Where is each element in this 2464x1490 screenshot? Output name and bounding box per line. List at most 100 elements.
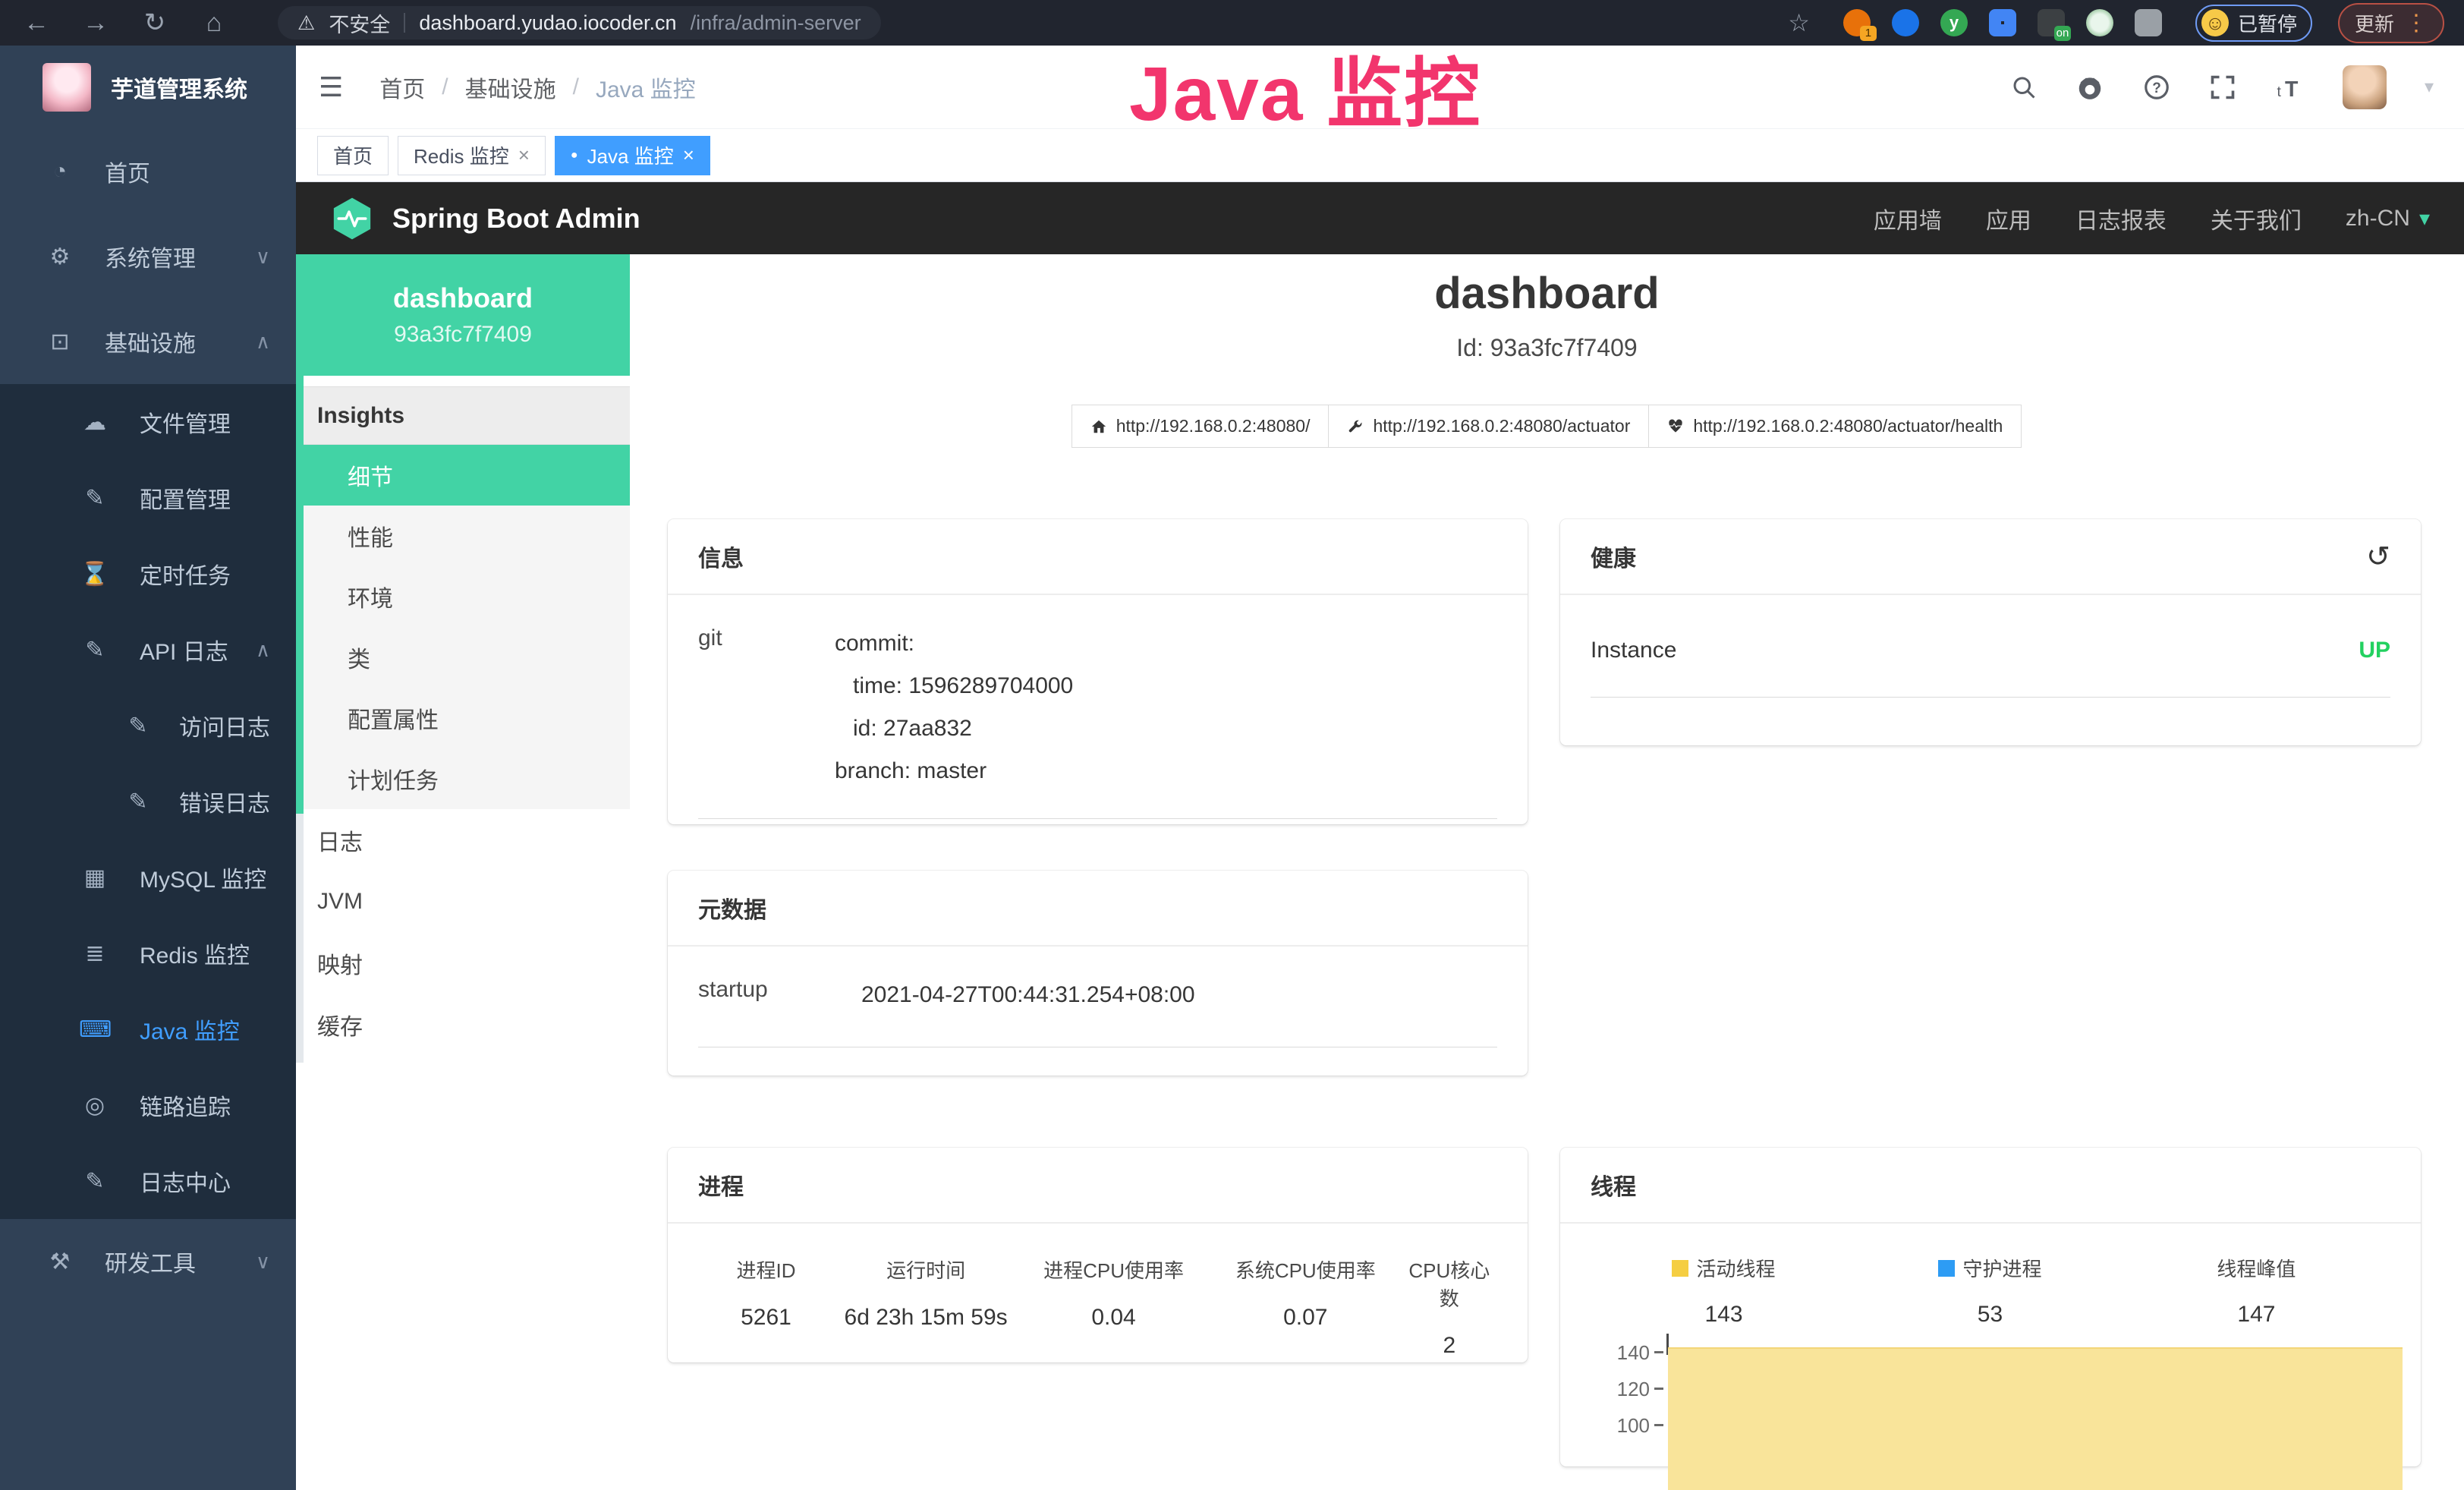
breadcrumb-infrastructure[interactable]: 基础设施	[465, 71, 556, 104]
breadcrumb-home[interactable]: 首页	[379, 71, 425, 104]
profile-emoji-avatar: ☺	[2201, 9, 2229, 36]
sba-brand[interactable]: Spring Boot Admin	[330, 197, 640, 241]
header-actions: ? t T ▾	[2010, 65, 2434, 109]
breadcrumb-separator: /	[573, 74, 579, 100]
sba-app-header[interactable]: dashboard 93a3fc7f7409	[296, 254, 630, 376]
sba-menu-classes[interactable]: 类	[296, 627, 630, 688]
actuator-url-button[interactable]: http://192.168.0.2:48080/actuator	[1328, 405, 1649, 448]
sidebar-item-dev-tools[interactable]: ⚒ 研发工具 ∨	[0, 1219, 296, 1304]
annotation-overlay-text: Java 监控	[1129, 32, 1481, 142]
history-icon[interactable]: ↺	[2366, 540, 2390, 574]
sba-nav-applications[interactable]: 应用	[1986, 202, 2031, 235]
sidebar-item-log-center[interactable]: ✎ 日志中心	[0, 1143, 296, 1219]
pin-extension-icon[interactable]	[1892, 9, 1919, 36]
sba-menu-metrics[interactable]: 性能	[296, 506, 630, 566]
sidebar-item-file-management[interactable]: ☁ 文件管理	[0, 384, 296, 460]
close-icon[interactable]: ×	[683, 143, 694, 167]
sba-menu-mappings[interactable]: 映射	[296, 932, 630, 994]
sidebar-item-config-management[interactable]: ✎ 配置管理	[0, 460, 296, 536]
metadata-startup-row: startup 2021-04-27T00:44:31.254+08:00	[698, 974, 1497, 1047]
sidebar-item-label: API 日志	[140, 633, 256, 666]
not-secure-label: 不安全	[329, 8, 390, 38]
health-url: http://192.168.0.2:48080/actuator/health	[1693, 416, 2003, 436]
sidebar-item-label: 基础设施	[105, 325, 256, 358]
browser-profile-button[interactable]: ☺ 已暂停	[2195, 5, 2312, 42]
help-icon[interactable]: ?	[2142, 73, 2171, 102]
sba-nav-journal[interactable]: 日志报表	[2075, 202, 2167, 235]
sidebar-item-api-logs[interactable]: ✎ API 日志 ∧	[0, 612, 296, 688]
tab-redis-monitor[interactable]: Redis 监控 ×	[398, 136, 546, 175]
tab-java-monitor[interactable]: ● Java 监控 ×	[555, 136, 710, 175]
tab-home[interactable]: 首页	[317, 136, 389, 175]
health-card-body: Instance UP	[1560, 595, 2421, 698]
sidebar-item-home[interactable]: ◔ 首页	[0, 129, 296, 214]
y-tick-mark	[1654, 1388, 1663, 1390]
sba-content: dashboard Id: 93a3fc7f7409 http://192.16…	[630, 254, 2464, 1490]
service-url: http://192.168.0.2:48080/	[1116, 416, 1311, 436]
sidebar-item-infrastructure[interactable]: ⊡ 基础设施 ∧	[0, 299, 296, 384]
back-icon[interactable]: ←	[20, 8, 53, 38]
sidebar-item-access-logs[interactable]: ✎ 访问日志	[0, 688, 296, 764]
caret-down-icon[interactable]: ▾	[2425, 76, 2434, 98]
svg-text:T: T	[2285, 77, 2299, 101]
app-logo-row[interactable]: 芋道管理系统	[0, 46, 296, 129]
address-bar[interactable]: ⚠ 不安全 dashboard.yudao.iocoder.cn/infra/a…	[278, 6, 881, 39]
sba-menu-caches[interactable]: 缓存	[296, 994, 630, 1055]
font-size-icon[interactable]: t T	[2274, 74, 2305, 101]
sidebar-item-redis-monitor[interactable]: ≣ Redis 监控	[0, 915, 296, 991]
sba-section-insights: Insights	[296, 386, 630, 445]
actuator-url: http://192.168.0.2:48080/actuator	[1373, 416, 1630, 436]
kebab-menu-icon[interactable]: ⋮	[2405, 10, 2428, 36]
close-icon[interactable]: ×	[518, 143, 530, 167]
puzzle-extension-icon[interactable]	[2135, 9, 2162, 36]
sidebar-item-tracing[interactable]: ◎ 链路追踪	[0, 1067, 296, 1143]
sba-language-select[interactable]: zh-CN ▾	[2346, 206, 2430, 232]
home-icon[interactable]: ⌂	[197, 8, 231, 38]
sba-menu-logs[interactable]: 日志	[296, 809, 630, 871]
reload-icon[interactable]: ↻	[138, 8, 172, 38]
sba-nav-wallboard[interactable]: 应用墙	[1874, 202, 1942, 235]
update-label: 更新	[2355, 9, 2394, 37]
cell-value: 2	[1402, 1333, 1497, 1359]
sba-app-id: 93a3fc7f7409	[394, 322, 532, 348]
github-icon[interactable]	[2075, 73, 2104, 102]
sba-menu-scheduled-tasks[interactable]: 计划任务	[296, 748, 630, 809]
screen: ← → ↻ ⌂ ⚠ 不安全 dashboard.yudao.iocoder.cn…	[0, 0, 2464, 1490]
not-secure-warning-icon[interactable]: ⚠	[297, 11, 315, 35]
grid-extension-icon[interactable]	[1989, 9, 2016, 36]
heartbeat-icon	[1667, 418, 1684, 435]
y-tick-120: 120	[1603, 1378, 1650, 1401]
sba-menu-config-props[interactable]: 配置属性	[296, 688, 630, 748]
user-avatar[interactable]	[2343, 65, 2387, 109]
dark-extension-icon[interactable]: on	[2038, 9, 2065, 36]
bookmark-star-icon[interactable]: ☆	[1788, 8, 1810, 37]
threads-card-title: 线程	[1560, 1148, 2421, 1224]
sba-active-accent-strip	[296, 254, 304, 814]
threads-legend: 活动线程 守护进程 线程峰值	[1591, 1251, 2390, 1282]
sidebar-item-error-logs[interactable]: ✎ 错误日志	[0, 764, 296, 840]
fullscreen-icon[interactable]	[2209, 74, 2236, 101]
health-url-button[interactable]: http://192.168.0.2:48080/actuator/health	[1648, 405, 2022, 448]
leaf-extension-icon[interactable]	[2086, 9, 2113, 36]
sba-language-label: zh-CN	[2346, 206, 2410, 232]
health-instance-row[interactable]: Instance UP	[1591, 638, 2390, 698]
chrome-update-button[interactable]: 更新 ⋮	[2338, 3, 2444, 43]
sidebar-item-scheduled-jobs[interactable]: ⌛ 定时任务	[0, 536, 296, 612]
green-extension-icon[interactable]: y	[1940, 9, 1968, 36]
sba-menu-environment[interactable]: 环境	[296, 566, 630, 627]
sba-nav-about[interactable]: 关于我们	[2211, 202, 2302, 235]
sba-menu-details[interactable]: 细节	[296, 445, 630, 506]
sidebar-item-java-monitor[interactable]: ⌨ Java 监控	[0, 991, 296, 1067]
forward-icon[interactable]: →	[79, 8, 112, 38]
hamburger-icon[interactable]: ☰	[319, 71, 343, 103]
sba-menu-jvm[interactable]: JVM	[296, 871, 630, 932]
sidebar-item-system-management[interactable]: ⚙ 系统管理 ∨	[0, 214, 296, 299]
search-icon[interactable]	[2010, 74, 2038, 101]
breadcrumb-java-monitor: Java 监控	[596, 71, 696, 104]
service-url-button[interactable]: http://192.168.0.2:48080/	[1072, 405, 1330, 448]
live-threads-value: 143	[1591, 1302, 1857, 1328]
sidebar-item-label: 文件管理	[140, 405, 270, 439]
sidebar-item-mysql-monitor[interactable]: ▦ MySQL 监控	[0, 840, 296, 915]
orange-extension-icon[interactable]: 1	[1843, 9, 1871, 36]
info-card: 信息 git commit: time: 1596289704000 id: 2…	[668, 519, 1528, 824]
